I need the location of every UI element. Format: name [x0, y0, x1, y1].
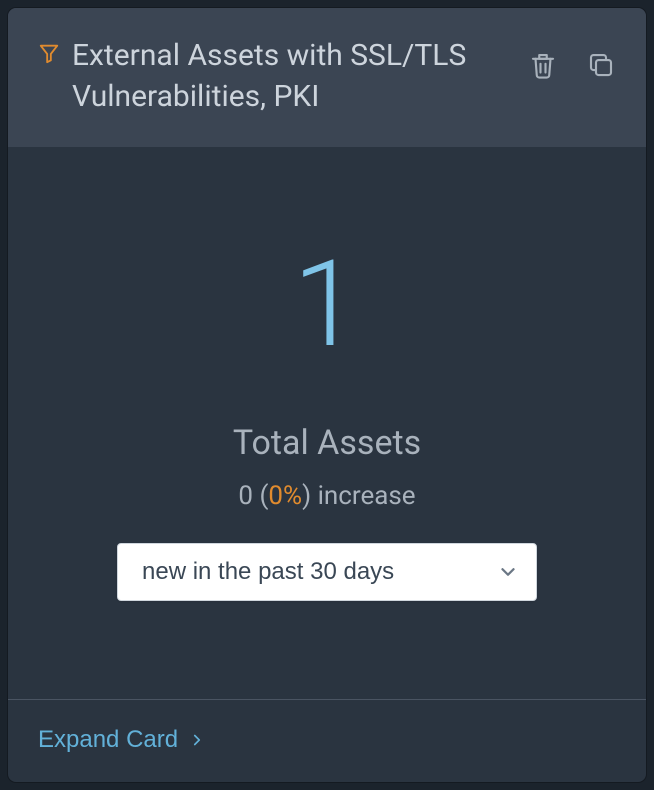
timeframe-selected-label: new in the past 30 days [142, 558, 394, 585]
delta-suffix: increase [318, 481, 416, 511]
delete-button[interactable] [528, 50, 558, 80]
metric-value: 1 [293, 245, 362, 365]
card-body: 1 Total Assets 0 (0%) increase new in th… [8, 147, 646, 699]
asset-card: External Assets with SSL/TLS Vulnerabili… [8, 8, 646, 782]
metric-delta: 0 (0%) increase [238, 481, 415, 511]
duplicate-button[interactable] [586, 50, 616, 80]
filter-icon [38, 42, 60, 64]
delta-percent: 0% [268, 481, 302, 511]
card-header: External Assets with SSL/TLS Vulnerabili… [8, 8, 646, 147]
copy-icon [586, 50, 616, 80]
chevron-right-icon [188, 731, 206, 749]
card-title-wrap: External Assets with SSL/TLS Vulnerabili… [38, 36, 508, 117]
card-title: External Assets with SSL/TLS Vulnerabili… [72, 36, 508, 117]
trash-icon [528, 50, 558, 80]
card-footer: Expand Card [8, 699, 646, 782]
expand-card-button[interactable]: Expand Card [38, 726, 206, 754]
expand-card-label: Expand Card [38, 726, 178, 754]
metric-label: Total Assets [233, 423, 421, 463]
delta-count: 0 [238, 481, 253, 511]
timeframe-select[interactable]: new in the past 30 days [117, 543, 537, 601]
timeframe-select-wrap: new in the past 30 days [117, 543, 537, 601]
card-actions [528, 50, 616, 80]
